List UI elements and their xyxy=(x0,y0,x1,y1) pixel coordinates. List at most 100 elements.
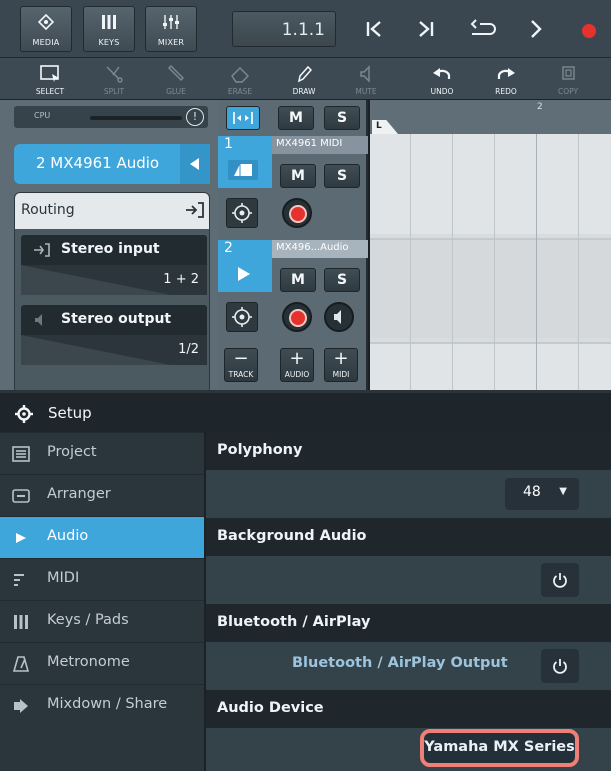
sidebar-item-project[interactable]: Project xyxy=(0,432,204,474)
piano-icon xyxy=(228,160,258,180)
media-label: MEDIA xyxy=(32,38,60,47)
record-button[interactable] xyxy=(575,11,603,47)
track-monitor-button[interactable] xyxy=(324,302,354,332)
routing-header[interactable]: Routing xyxy=(15,193,209,229)
split-label: SPLIT xyxy=(103,87,125,96)
bluetooth-output-toggle[interactable] xyxy=(541,649,579,683)
track-solo-button[interactable]: S xyxy=(324,268,360,292)
redo-icon xyxy=(497,68,515,79)
track-row-1[interactable]: 1 MX4961 MIDI M S xyxy=(218,136,368,236)
setup-content: Polyphony 48 ▼ Background Audio Bluetoot… xyxy=(204,432,611,771)
sidebar-item-arranger[interactable]: Arranger xyxy=(0,474,204,516)
track-solo-button[interactable]: S xyxy=(324,164,360,188)
add-midi-track-button[interactable]: + MIDI xyxy=(324,348,358,382)
global-mute-button[interactable]: M xyxy=(278,106,314,130)
track-label: TRACK xyxy=(228,370,254,379)
mute-tool[interactable]: MUTE xyxy=(336,62,396,98)
redo-button[interactable]: REDO xyxy=(476,62,536,98)
track-lane-2[interactable] xyxy=(370,238,611,338)
bar-number: 2 xyxy=(537,102,543,112)
global-solo-button[interactable]: S xyxy=(324,106,360,130)
background-audio-section-body xyxy=(206,556,611,604)
gear-icon xyxy=(232,307,252,327)
arranger-icon xyxy=(12,489,30,503)
track-record-button[interactable] xyxy=(282,198,312,228)
track-lane-1[interactable] xyxy=(370,134,611,234)
sidebar-item-metronome[interactable]: Metronome xyxy=(0,642,204,684)
copy-button[interactable]: COPY xyxy=(538,62,598,98)
sidebar-item-mixdown-share[interactable]: Mixdown / Share xyxy=(0,684,204,726)
sidebar-item-audio[interactable]: Audio xyxy=(0,516,204,558)
track-number-block[interactable]: 1 xyxy=(218,136,272,188)
zoom-fit-button[interactable] xyxy=(226,106,260,130)
track-name: MX4961 MIDI xyxy=(272,136,368,154)
track-number: 1 xyxy=(224,136,233,152)
cpu-label: CPU xyxy=(34,111,51,120)
keys-button[interactable]: KEYS xyxy=(83,6,135,52)
setup-title: Setup xyxy=(48,404,92,422)
go-to-start-button[interactable] xyxy=(356,11,392,47)
arrange-timeline[interactable]: 2 L xyxy=(370,100,611,390)
collapse-button[interactable] xyxy=(180,144,210,184)
track-record-button[interactable] xyxy=(282,302,312,332)
redo-label: REDO xyxy=(495,87,517,96)
position-display[interactable]: 1.1.1 xyxy=(232,11,336,47)
mixer-button[interactable]: MIXER xyxy=(145,6,197,52)
go-to-end-button[interactable] xyxy=(408,11,444,47)
draw-label: DRAW xyxy=(292,87,316,96)
erase-label: ERASE xyxy=(227,87,253,96)
sidebar-item-midi[interactable]: MIDI xyxy=(0,558,204,600)
remove-track-button[interactable]: − TRACK xyxy=(224,348,258,382)
record-icon xyxy=(582,24,596,38)
warning-icon[interactable]: ! xyxy=(186,108,204,126)
list-icon xyxy=(12,446,30,462)
cpu-meter: CPU ! xyxy=(14,106,208,128)
split-tool[interactable]: SPLIT xyxy=(84,62,144,98)
grid-line xyxy=(410,134,411,390)
cycle-button[interactable] xyxy=(462,11,502,47)
mixer-icon xyxy=(163,15,179,29)
record-dot-icon xyxy=(289,309,307,327)
track-settings-button[interactable] xyxy=(226,302,258,332)
draw-tool[interactable]: DRAW xyxy=(274,62,334,98)
power-icon xyxy=(553,659,567,674)
input-routing[interactable]: Stereo input 1 + 2 xyxy=(21,235,207,297)
grid-line xyxy=(578,134,579,390)
audio-device-value: Yamaha MX Series xyxy=(424,739,575,755)
track-inspector: CPU ! 2 MX4961 Audio Routing Stereo inpu… xyxy=(0,100,218,476)
audio-device-select[interactable]: Yamaha MX Series xyxy=(420,729,579,767)
routing-icon xyxy=(186,202,204,218)
select-tool[interactable]: SELECT xyxy=(20,62,80,98)
copy-label: COPY xyxy=(557,87,579,96)
ruler[interactable]: 2 L xyxy=(370,100,611,134)
glue-tool[interactable]: GLUE xyxy=(146,62,206,98)
tools-toolbar: SELECT SPLIT GLUE ERASE DRAW MUTE UNDO R… xyxy=(0,58,611,100)
polyphony-title: Polyphony xyxy=(217,442,303,458)
track-list: M S 1 MX4961 MIDI M S 2 MX496...Audio M … xyxy=(218,100,368,390)
media-button[interactable]: MEDIA xyxy=(20,6,72,52)
keys-icon xyxy=(102,15,116,29)
input-icon xyxy=(34,243,50,257)
selected-track-header[interactable]: 2 MX4961 Audio xyxy=(14,144,210,184)
sidebar-item-keys-pads[interactable]: Keys / Pads xyxy=(0,600,204,642)
play-button[interactable] xyxy=(518,11,554,47)
background-audio-toggle[interactable] xyxy=(541,563,579,597)
empty-lane xyxy=(370,342,611,390)
track-settings-button[interactable] xyxy=(226,198,258,228)
pencil-icon xyxy=(297,65,313,83)
output-routing[interactable]: Stereo output 1/2 xyxy=(21,305,207,367)
erase-tool[interactable]: ERASE xyxy=(210,62,270,98)
sidebar-item-label: Project xyxy=(47,444,97,460)
scissors-icon xyxy=(106,66,123,83)
add-audio-track-button[interactable]: + AUDIO xyxy=(280,348,314,382)
undo-button[interactable]: UNDO xyxy=(412,62,472,98)
bluetooth-output-label: Bluetooth / AirPlay Output xyxy=(292,655,508,671)
track-mute-button[interactable]: M xyxy=(280,164,316,188)
track-number-block[interactable]: 2 xyxy=(218,240,272,292)
polyphony-select[interactable]: 48 ▼ xyxy=(505,478,579,510)
left-locator[interactable]: L xyxy=(372,120,398,134)
audio-device-title: Audio Device xyxy=(217,700,324,716)
midi-icon xyxy=(14,574,24,586)
track-row-2[interactable]: 2 MX496...Audio M S xyxy=(218,240,368,340)
track-mute-button[interactable]: M xyxy=(280,268,316,292)
